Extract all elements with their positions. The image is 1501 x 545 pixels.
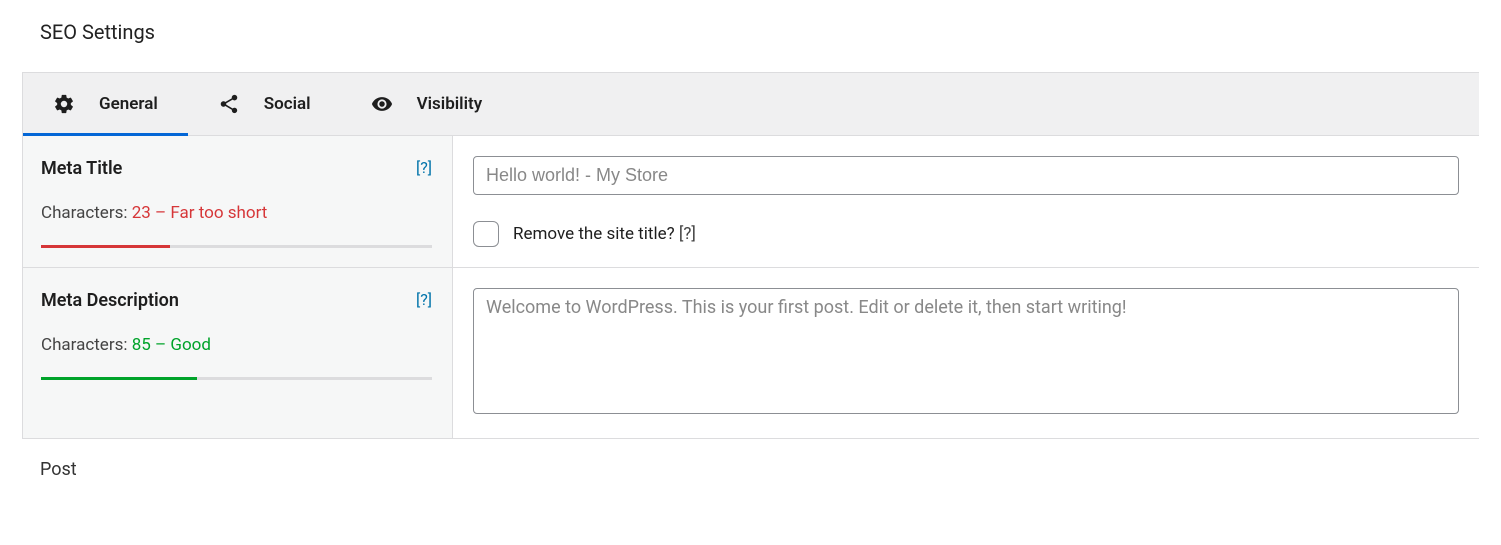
- meta-title-progress-fill: [41, 245, 170, 248]
- tab-social-label: Social: [264, 94, 311, 114]
- remove-site-title-row: Remove the site title? [?]: [473, 221, 1459, 247]
- meta-title-content: Remove the site title? [?]: [453, 136, 1479, 267]
- meta-title-chars: Characters: 23 – Far too short: [41, 203, 432, 223]
- share-icon: [218, 93, 240, 115]
- row-meta-description: Meta Description [?] Characters: 85 – Go…: [23, 268, 1479, 438]
- eye-icon: [371, 93, 393, 115]
- meta-desc-chars: Characters: 85 – Good: [41, 335, 432, 355]
- seo-panel: General Social Visibility Meta Title [?]…: [22, 72, 1479, 439]
- page-title: SEO Settings: [0, 0, 1501, 72]
- tab-visibility[interactable]: Visibility: [341, 73, 513, 135]
- gear-icon: [53, 93, 75, 115]
- meta-title-label: Meta Title: [41, 158, 122, 179]
- tab-social[interactable]: Social: [188, 73, 341, 135]
- meta-desc-chars-label: Characters:: [41, 335, 132, 355]
- meta-desc-label: Meta Description: [41, 290, 179, 311]
- tab-general-label: General: [99, 94, 158, 114]
- tab-visibility-label: Visibility: [417, 94, 483, 114]
- remove-site-title-checkbox[interactable]: [473, 221, 499, 247]
- meta-title-chars-label: Characters:: [41, 203, 132, 223]
- meta-desc-chars-value: 85 – Good: [132, 335, 211, 355]
- remove-site-title-label: Remove the site title? [?]: [513, 224, 696, 244]
- meta-title-chars-value: 23 – Far too short: [132, 203, 268, 223]
- meta-title-help[interactable]: [?]: [416, 158, 432, 177]
- remove-site-title-help[interactable]: [?]: [679, 224, 696, 244]
- tab-general[interactable]: General: [23, 73, 188, 135]
- meta-desc-help[interactable]: [?]: [416, 290, 432, 309]
- meta-desc-sidebar: Meta Description [?] Characters: 85 – Go…: [23, 268, 453, 438]
- footer-text: Post: [0, 439, 1501, 500]
- tabs: General Social Visibility: [23, 73, 1479, 136]
- meta-title-input[interactable]: [473, 156, 1459, 195]
- meta-desc-content: [453, 268, 1479, 438]
- remove-site-title-label-text: Remove the site title?: [513, 224, 679, 244]
- meta-title-progress: [41, 245, 432, 248]
- meta-title-sidebar: Meta Title [?] Characters: 23 – Far too …: [23, 136, 453, 267]
- meta-desc-progress-fill: [41, 377, 197, 380]
- row-meta-title: Meta Title [?] Characters: 23 – Far too …: [23, 136, 1479, 268]
- meta-desc-progress: [41, 377, 432, 380]
- meta-desc-input[interactable]: [473, 288, 1459, 414]
